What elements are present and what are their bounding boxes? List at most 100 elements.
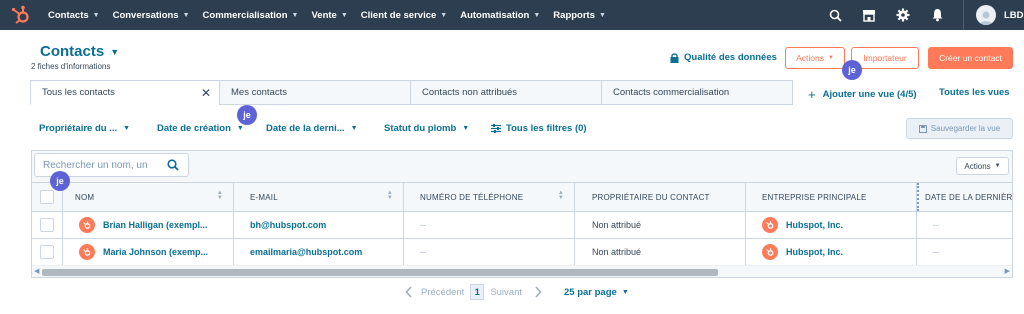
previous-page-button[interactable]: Précédent <box>421 287 464 298</box>
user-name[interactable]: LBD <box>1004 10 1024 21</box>
column-header-email[interactable]: E-MAIL ▲ ▼ <box>234 183 404 211</box>
nav-label: Automatisation <box>460 9 530 21</box>
chevron-right-icon[interactable] <box>534 286 542 298</box>
current-page[interactable]: 1 <box>470 284 485 300</box>
next-page-button[interactable]: Suivant <box>490 287 522 298</box>
tab-label: Contacts commercialisation <box>613 87 730 98</box>
page-title[interactable]: Contacts ▼ <box>40 43 119 60</box>
nav-service[interactable]: Client de service ▼ <box>361 10 447 21</box>
nav-automation[interactable]: Automatisation ▼ <box>460 10 540 21</box>
search-icon[interactable] <box>167 159 179 171</box>
actions-button[interactable]: Actions ▼ <box>785 47 845 69</box>
column-header-phone[interactable]: NUMÉRO DE TÉLÉPHONE ▲ ▼ <box>404 183 575 211</box>
all-views-link[interactable]: Toutes les vues <box>939 87 1010 98</box>
sort-icon[interactable]: ▲ ▼ <box>217 190 223 201</box>
view-tabs: Tous les contacts ✕ Mes contacts Contact… <box>30 80 793 105</box>
column-header-company[interactable]: ENTREPRISE PRINCIPALE <box>746 183 917 211</box>
bell-icon[interactable] <box>929 7 945 23</box>
nav-label: Vente <box>311 9 337 21</box>
scroll-right-icon[interactable]: ▶ <box>1005 267 1010 275</box>
top-nav-bar: Contacts ▼ Conversations ▼ Commercialisati… <box>0 0 1024 30</box>
close-icon[interactable]: ✕ <box>201 86 211 100</box>
data-quality-link[interactable]: Qualité des données <box>670 52 777 63</box>
contact-email-link[interactable]: emailmaria@hubspot.com <box>250 247 362 257</box>
filter-created-date[interactable]: Date de création ▼ <box>157 123 244 134</box>
table-row[interactable]: Maria Johnson (exemp... emailmaria@hubsp… <box>32 238 1012 265</box>
phone-value: -- <box>420 220 426 230</box>
table-header-row: NOM ▲ ▼ E-MAIL ▲ ▼ NUMÉRO DE TÉLÉPHONE ▲ ▼ PRO… <box>32 182 1012 211</box>
select-all-checkbox[interactable] <box>40 190 54 204</box>
contacts-table: Actions ▼ NOM ▲▼ E-MAIL ▲▼ NUMÉRO DE TÉLÉP… <box>31 150 1013 278</box>
cell-last-date: -- <box>917 239 1012 265</box>
nav-conversations[interactable]: Conversations ▼ <box>113 10 190 21</box>
nav-marketing[interactable]: Commercialisation ▼ <box>203 10 299 21</box>
contact-name-link[interactable]: Maria Johnson (exemp... <box>103 247 208 257</box>
user-badge: je <box>842 60 862 80</box>
avatar[interactable] <box>976 5 996 25</box>
pagination: Précédent 1 Suivant 25 par page ▼ <box>405 283 629 301</box>
table-actions-button[interactable]: Actions ▼ <box>956 157 1009 175</box>
search-input[interactable] <box>43 159 161 171</box>
column-header-label: NOM <box>75 192 95 202</box>
column-header-last-date[interactable]: DATE DE LA DERNIÈR <box>917 183 1012 211</box>
add-view-label: Ajouter une vue (4/5) <box>822 89 917 100</box>
gear-icon[interactable] <box>895 7 911 23</box>
marketplace-icon[interactable] <box>861 7 877 23</box>
filter-lead-status[interactable]: Statut du plomb ▼ <box>384 123 469 134</box>
save-view-button[interactable]: Sauvegarder la vue <box>906 118 1013 139</box>
tab-marketing-contacts[interactable]: Contacts commercialisation <box>601 80 793 105</box>
nav-label: Contacts <box>48 9 89 21</box>
hubspot-company-icon <box>762 217 778 233</box>
row-select-cell <box>32 239 63 265</box>
filter-label: Date de création <box>157 123 231 134</box>
company-link[interactable]: Hubspot, Inc. <box>786 220 843 230</box>
company-link[interactable]: Hubspot, Inc. <box>786 247 843 257</box>
filter-owner[interactable]: Propriétaire du ... ▼ <box>39 123 130 134</box>
per-page-select[interactable]: 25 par page ▼ <box>564 287 629 298</box>
horizontal-scrollbar[interactable]: ◀ ▶ <box>32 265 1012 277</box>
sliders-icon <box>491 124 501 133</box>
column-header-owner[interactable]: PROPRIÉTAIRE DU CONTACT <box>575 183 746 211</box>
last-date-value: -- <box>933 220 939 230</box>
scroll-left-icon[interactable]: ◀ <box>34 267 39 275</box>
chevron-down-icon: ▼ <box>440 11 448 19</box>
cell-name: Brian Halligan (exempl... <box>63 212 234 238</box>
column-header-name[interactable]: NOM ▲ ▼ <box>63 183 234 211</box>
contact-name-link[interactable]: Brian Halligan (exempl... <box>103 220 208 230</box>
chevron-down-icon: ▼ <box>599 11 606 19</box>
filter-label: Statut du plomb <box>384 123 457 134</box>
nav-divider <box>963 0 964 30</box>
row-checkbox[interactable] <box>40 245 54 259</box>
lock-icon <box>670 52 679 63</box>
nav-reports[interactable]: Rapports ▼ <box>553 10 606 21</box>
scrollbar-thumb[interactable] <box>42 269 718 276</box>
table-row[interactable]: Brian Halligan (exempl... bh@hubspot.com… <box>32 211 1012 238</box>
chevron-down-icon: ▼ <box>182 11 190 19</box>
sort-icon[interactable]: ▲ ▼ <box>558 190 564 201</box>
tab-label: Tous les contacts <box>42 87 115 98</box>
row-checkbox[interactable] <box>40 218 54 232</box>
cell-owner: Non attribué <box>575 212 746 238</box>
chevron-left-icon[interactable] <box>405 286 413 298</box>
tab-label: Contacts non attribués <box>422 87 518 98</box>
all-filters-button[interactable]: Tous les filtres (0) <box>491 123 587 134</box>
per-page-label: 25 par page <box>564 286 617 298</box>
sort-icon[interactable]: ▲ ▼ <box>387 190 393 201</box>
filter-last-date[interactable]: Date de la derni... ▼ <box>266 123 358 134</box>
tab-unassigned-contacts[interactable]: Contacts non attribués <box>410 80 602 105</box>
hubspot-logo-icon[interactable] <box>10 4 32 26</box>
nav-contacts[interactable]: Contacts ▼ <box>48 10 100 21</box>
create-contact-button[interactable]: Créer un contact <box>928 47 1013 69</box>
cell-company: Hubspot, Inc. <box>746 212 917 238</box>
column-header-label: ENTREPRISE PRINCIPALE <box>762 192 867 202</box>
contact-email-link[interactable]: bh@hubspot.com <box>250 220 326 230</box>
nav-sales[interactable]: Vente ▼ <box>311 10 347 21</box>
cell-last-date: -- <box>917 212 1012 238</box>
tab-my-contacts[interactable]: Mes contacts <box>219 80 411 105</box>
caret-down-icon: ▼ <box>350 125 358 132</box>
caret-down-icon: ▼ <box>236 125 244 132</box>
search-icon[interactable] <box>827 7 843 23</box>
add-view-button[interactable]: + Ajouter une vue (4/5) <box>808 87 917 102</box>
user-badge: je <box>237 105 257 125</box>
tab-all-contacts[interactable]: Tous les contacts ✕ <box>30 80 220 105</box>
